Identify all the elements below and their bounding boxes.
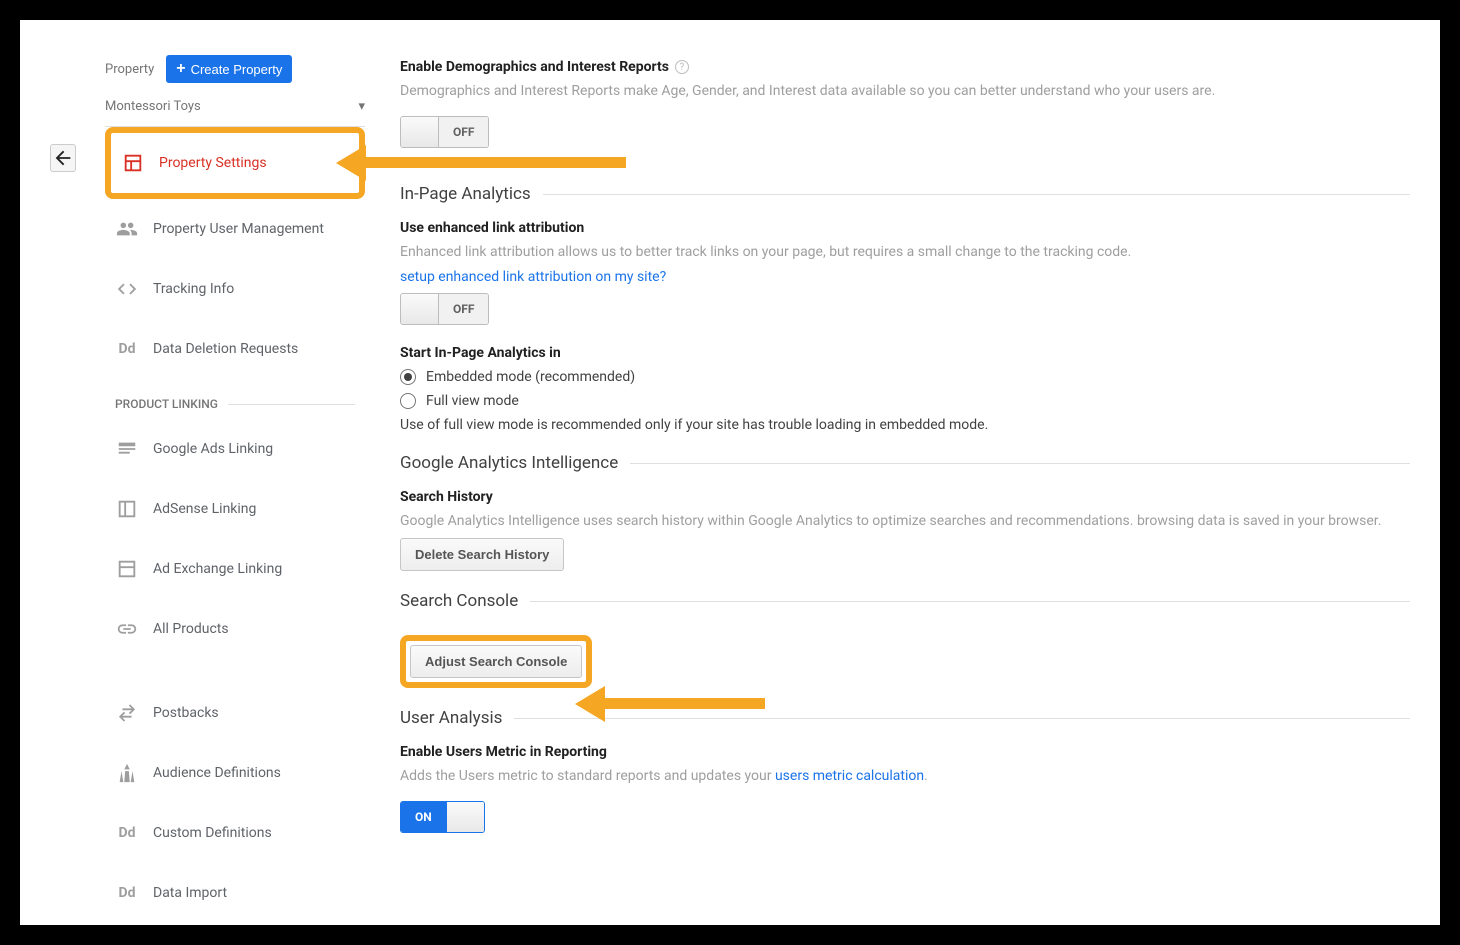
audience-icon — [115, 761, 139, 785]
dropdown-caret-icon: ▾ — [358, 99, 365, 114]
search-history-title: Search History — [400, 489, 1410, 505]
nav-adsense-linking[interactable]: AdSense Linking — [105, 479, 365, 539]
dd-icon: Dd — [115, 881, 139, 905]
radio-icon — [400, 369, 416, 385]
link-attribution-title: Use enhanced link attribution — [400, 220, 1410, 236]
nav-label: Audience Definitions — [153, 765, 281, 781]
users-metric-toggle[interactable]: ON — [400, 801, 485, 833]
adexchange-icon — [115, 557, 139, 581]
toggle-knob — [401, 294, 439, 324]
ads-icon — [115, 437, 139, 461]
back-arrow-icon — [52, 147, 74, 169]
nav-label: Tracking Info — [153, 281, 234, 297]
nav-label: Custom Definitions — [153, 825, 272, 841]
section-inpage-analytics: In-Page Analytics — [400, 184, 1410, 204]
radio-label: Embedded mode (recommended) — [426, 369, 635, 385]
radio-embedded[interactable]: Embedded mode (recommended) — [400, 369, 1410, 385]
nav-custom-definitions[interactable]: Dd Custom Definitions — [105, 803, 365, 863]
users-metric-link[interactable]: users metric calculation — [775, 768, 924, 784]
highlight-adjust-search-console: Adjust Search Console — [400, 635, 592, 688]
radio-label: Full view mode — [426, 393, 519, 409]
plus-icon: + — [176, 60, 185, 78]
settings-content: Enable Demographics and Interest Reports… — [400, 55, 1410, 849]
create-property-button[interactable]: + Create Property — [166, 55, 292, 83]
nav-data-import[interactable]: Dd Data Import — [105, 863, 365, 923]
search-history-desc: Google Analytics Intelligence uses searc… — [400, 511, 1410, 532]
dd-icon: Dd — [115, 337, 139, 361]
nav-property-settings[interactable]: Property Settings — [111, 133, 359, 193]
toggle-knob — [401, 117, 439, 147]
radio-icon — [400, 393, 416, 409]
section-ga-intelligence: Google Analytics Intelligence — [400, 453, 1410, 473]
create-property-label: Create Property — [191, 62, 283, 77]
toggle-label: OFF — [439, 294, 488, 324]
start-inpage-title: Start In-Page Analytics in — [400, 345, 1410, 361]
nav-adexchange-linking[interactable]: Ad Exchange Linking — [105, 539, 365, 599]
nav-label: Property User Management — [153, 221, 324, 237]
toggle-label: OFF — [439, 117, 488, 147]
users-metric-title: Enable Users Metric in Reporting — [400, 744, 1410, 760]
users-metric-desc: Adds the Users metric to standard report… — [400, 766, 1410, 787]
nav-audience-definitions[interactable]: Audience Definitions — [105, 743, 365, 803]
nav-data-deletion[interactable]: Dd Data Deletion Requests — [105, 319, 365, 379]
section-search-console: Search Console — [400, 591, 1410, 611]
link-icon — [115, 617, 139, 641]
code-icon — [115, 277, 139, 301]
nav-all-products[interactable]: All Products — [105, 599, 365, 659]
nav-label: AdSense Linking — [153, 501, 256, 517]
nav-ads-linking[interactable]: Google Ads Linking — [105, 419, 365, 479]
toggle-knob — [446, 802, 484, 832]
radio-full-view[interactable]: Full view mode — [400, 393, 1410, 409]
nav-label: Data Deletion Requests — [153, 341, 298, 357]
nav-user-management[interactable]: Property User Management — [105, 199, 365, 259]
full-view-note: Use of full view mode is recommended onl… — [400, 417, 1410, 433]
property-sidebar: Property + Create Property Montessori To… — [105, 55, 365, 923]
nav-postbacks[interactable]: Postbacks — [105, 683, 365, 743]
link-attribution-toggle[interactable]: OFF — [400, 293, 489, 325]
nav-label: All Products — [153, 621, 229, 637]
demographics-title: Enable Demographics and Interest Reports — [400, 59, 669, 75]
nav-label: Data Import — [153, 885, 227, 901]
link-attribution-desc: Enhanced link attribution allows us to b… — [400, 242, 1410, 263]
users-icon — [115, 217, 139, 241]
dd-icon: Dd — [115, 821, 139, 845]
postbacks-icon — [115, 701, 139, 725]
demographics-toggle[interactable]: OFF — [400, 116, 489, 148]
nav-tracking-info[interactable]: Tracking Info — [105, 259, 365, 319]
back-button[interactable] — [50, 144, 76, 172]
nav-label: Postbacks — [153, 705, 219, 721]
section-product-linking: PRODUCT LINKING — [105, 379, 365, 419]
toggle-label: ON — [401, 802, 446, 832]
nav-label: Ad Exchange Linking — [153, 561, 282, 577]
property-selector[interactable]: Montessori Toys ▾ — [105, 91, 365, 127]
delete-search-history-button[interactable]: Delete Search History — [400, 538, 564, 571]
nav-label: Google Ads Linking — [153, 441, 273, 457]
property-label: Property — [105, 62, 154, 77]
help-icon[interactable]: ? — [675, 60, 689, 74]
nav-label: Property Settings — [159, 155, 267, 171]
highlight-property-settings: Property Settings — [105, 127, 365, 199]
section-user-analysis: User Analysis — [400, 708, 1410, 728]
adsense-icon — [115, 497, 139, 521]
selected-property-name: Montessori Toys — [105, 99, 201, 114]
link-attribution-setup-link[interactable]: setup enhanced link attribution on my si… — [400, 269, 1410, 285]
adjust-search-console-button[interactable]: Adjust Search Console — [410, 645, 582, 678]
demographics-desc: Demographics and Interest Reports make A… — [400, 81, 1410, 102]
panel-icon — [121, 151, 145, 175]
